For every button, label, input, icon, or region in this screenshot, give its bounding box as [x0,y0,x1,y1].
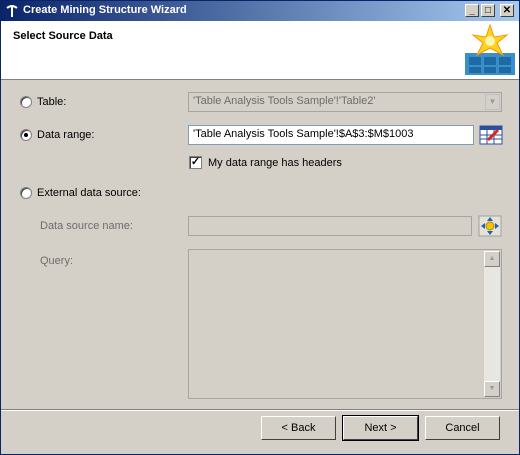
page-title: Select Source Data [13,30,113,42]
data-range-input[interactable]: 'Table Analysis Tools Sample'!$A$3:$M$10… [188,125,474,145]
data-source-name-label: Data source name: [40,220,133,232]
query-label: Query: [40,255,74,267]
back-button[interactable]: < Back [261,416,336,440]
scroll-down-icon[interactable]: ▼ [484,381,500,397]
next-button[interactable]: Next > [342,415,419,441]
title-bar: Create Mining Structure Wizard _ □ ✕ [1,1,519,21]
data-source-icon[interactable] [478,215,502,237]
footer-divider [1,409,519,411]
external-source-radio[interactable] [20,187,32,199]
minimize-button[interactable]: _ [465,4,479,17]
close-button[interactable]: ✕ [500,4,514,17]
table-dropdown[interactable]: 'Table Analysis Tools Sample'!'Table2' ▼ [188,92,502,112]
headers-checkbox-label: My data range has headers [208,157,342,169]
window-title: Create Mining Structure Wizard [23,4,187,16]
data-range-radio[interactable] [20,129,32,141]
data-source-name-input[interactable] [188,216,472,236]
data-range-label: Data range: [37,129,95,141]
data-range-value: 'Table Analysis Tools Sample'!$A$3:$M$10… [193,128,414,140]
scroll-up-icon[interactable]: ▲ [484,251,500,267]
query-textarea[interactable]: ▲ ▼ [188,249,502,399]
maximize-button[interactable]: □ [481,4,495,17]
external-source-label: External data source: [37,187,141,199]
range-picker-icon[interactable] [479,124,503,146]
wizard-header: Select Source Data [1,21,519,80]
wizard-star-icon [465,23,515,75]
wizard-window: Create Mining Structure Wizard _ □ ✕ Sel… [0,0,520,455]
pickaxe-icon [6,5,18,17]
table-radio[interactable] [20,96,32,108]
table-dropdown-value: 'Table Analysis Tools Sample'!'Table2' [193,95,376,107]
chevron-down-icon: ▼ [485,94,500,110]
query-scrollbar[interactable]: ▲ ▼ [484,251,500,397]
headers-checkbox[interactable]: ✓ [189,156,202,169]
table-label: Table: [37,96,67,108]
cancel-button[interactable]: Cancel [425,416,500,440]
